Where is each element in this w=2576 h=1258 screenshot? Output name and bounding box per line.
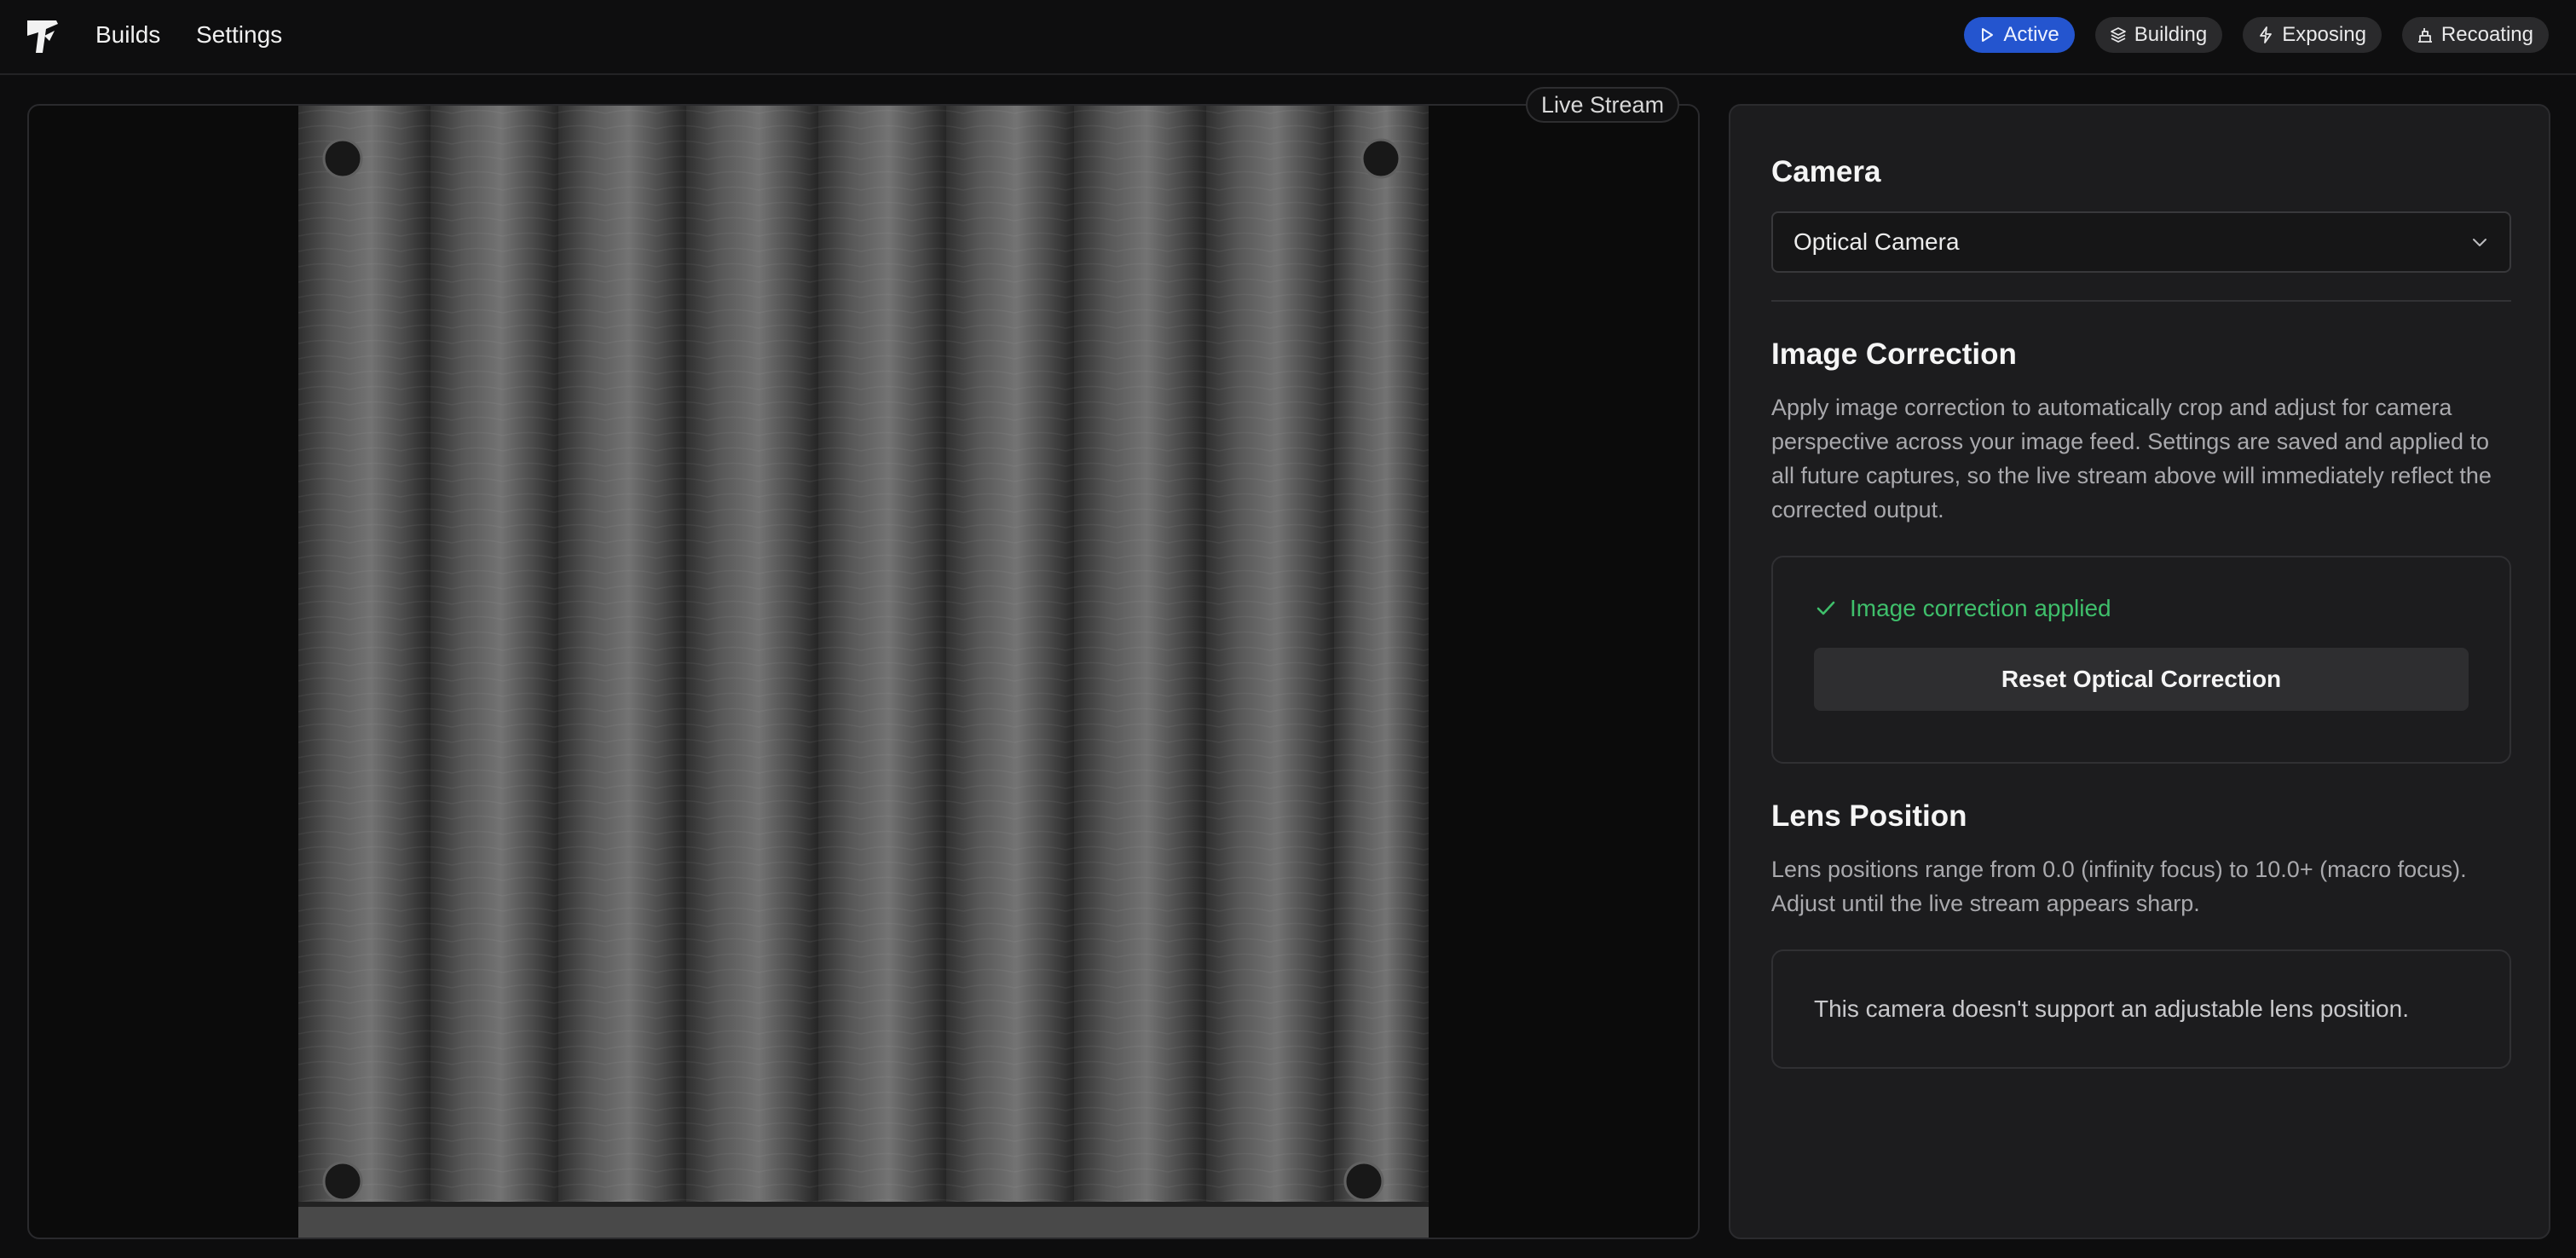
status-pill-label: Recoating	[2440, 23, 2533, 46]
reset-optical-correction-button[interactable]: Reset Optical Correction	[1814, 648, 2469, 711]
camera-settings-panel: Camera Optical Camera Image Correction A…	[1729, 104, 2550, 1239]
play-icon	[1982, 28, 1994, 42]
camera-select[interactable]: Optical Camera	[1771, 211, 2511, 273]
status-pill-active[interactable]: Active	[1964, 17, 2075, 53]
status-pills: Active Building Exposing Recoating	[1964, 17, 2549, 53]
status-pill-exposing[interactable]: Exposing	[2243, 17, 2382, 53]
status-pill-label: Exposing	[2282, 23, 2366, 46]
status-pill-label: Building	[2134, 23, 2208, 46]
brand-logo[interactable]	[24, 15, 61, 56]
status-pill-recoating[interactable]: Recoating	[2401, 17, 2549, 53]
camera-select-value: Optical Camera	[1793, 228, 1960, 255]
nav-builds-link[interactable]: Builds	[95, 19, 160, 51]
live-stream-label: Live Stream	[1526, 87, 1680, 123]
image-correction-heading: Image Correction	[1771, 338, 2017, 371]
correction-status-text: Image correction applied	[1850, 595, 2111, 621]
lightning-icon	[2260, 26, 2273, 43]
check-icon	[1816, 601, 1835, 615]
lens-position-notice-text: This camera doesn't support an adjustabl…	[1814, 995, 2409, 1022]
layers-icon	[2110, 27, 2126, 43]
lens-position-notice: This camera doesn't support an adjustabl…	[1771, 949, 2511, 1069]
camera-heading: Camera	[1771, 155, 1881, 188]
live-stream-panel	[27, 104, 1700, 1239]
image-correction-description: Apply image correction to automatically …	[1771, 395, 2492, 522]
chevron-down-icon	[2473, 239, 2486, 246]
section-divider	[1771, 300, 2511, 302]
top-bar: Builds Settings Active Building Exposing…	[0, 0, 2576, 75]
recoater-icon	[2417, 28, 2432, 43]
correction-status: Image correction applied	[1814, 595, 2469, 622]
status-pill-building[interactable]: Building	[2094, 17, 2223, 53]
image-correction-card: Image correction applied Reset Optical C…	[1771, 556, 2511, 764]
status-pill-label: Active	[2003, 23, 2059, 46]
lens-position-heading: Lens Position	[1771, 799, 1967, 833]
lens-position-description: Lens positions range from 0.0 (infinity …	[1771, 857, 2467, 916]
live-stream-feed[interactable]	[298, 106, 1429, 1239]
nav-settings-link[interactable]: Settings	[196, 19, 282, 51]
